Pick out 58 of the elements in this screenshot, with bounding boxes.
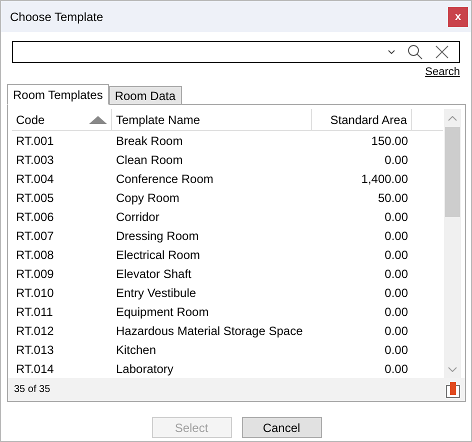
table-cell-text: RT.012 [15,322,55,340]
close-button[interactable]: x [448,6,468,26]
table-cell-text: Copy Room [115,190,180,206]
table-cell-text: 0.00 [384,360,409,378]
table-cell-text: Break Room [115,132,184,150]
table-cell-text: Kitchen [115,342,158,358]
table-cell-text: RT.005 [15,190,55,206]
table-cell-text: RT.007 [15,228,55,244]
table-cell-text: RT.011 [15,304,54,320]
table-cell-text: Equipment Room [115,304,210,320]
table-cell-text: RT.010 [15,284,55,302]
scroll-down-icon[interactable] [448,367,458,372]
table-cell-text: 0.00 [384,246,409,264]
bookmark-icon[interactable] [446,382,460,398]
search-icon[interactable] [407,44,423,60]
table-cell-text: RT.013 [15,342,55,358]
column-header[interactable]: Template Name [112,109,312,130]
table-cell-text: 0.00 [384,152,409,168]
window-title: Choose Template [10,10,104,24]
table-cell-text: Clean Room [115,152,184,168]
table-cell-text: Hazardous Material Storage Space [115,322,304,340]
table-cell-text: RT.001 [15,132,55,150]
search-link[interactable]: Search [425,66,460,83]
column-header[interactable]: Code [12,109,112,130]
table-cell-text: 0.00 [384,228,409,244]
record-count: 35 of 35 [14,384,50,396]
column-header[interactable]: Standard Area [312,109,412,130]
table-cell-text: 0.00 [384,284,409,302]
table-cell-text: 0.00 [384,304,409,320]
tab[interactable]: Room Templates [7,84,109,105]
table-cell-text: 50.00 [376,190,409,206]
scrollbar[interactable] [444,109,461,378]
table-cell-text: 0.00 [384,266,409,282]
table-cell-text: Electrical Room [115,246,202,264]
table-cell-text: 0.00 [384,342,409,358]
dropdown-caret-icon[interactable] [388,50,395,54]
table-cell-text: 150.00 [370,132,409,150]
table-cell-text: Conference Room [115,170,214,188]
table-cell-text: Entry Vestibule [115,284,198,302]
tab[interactable]: Room Data [108,86,182,104]
table-cell-text: RT.009 [15,266,55,282]
cancel-button[interactable]: Cancel [242,417,322,438]
table-cell-text: Laboratory [115,360,174,378]
table-cell-text: Corridor [115,208,160,226]
table-cell-text: RT.008 [15,246,55,264]
table-cell-text: RT.014 [15,360,55,378]
table-cell-text: 0.00 [384,208,409,226]
scroll-thumb[interactable] [445,127,460,217]
table-cell-text: 1,400.00 [360,170,409,188]
search-field[interactable] [12,41,460,63]
table-cell-text: RT.006 [15,208,55,226]
table-cell-text: RT.004 [15,170,55,188]
table-cell-text: Dressing Room [115,228,200,244]
table-cell-text: 0.00 [384,322,409,340]
scroll-up-icon[interactable] [448,116,458,121]
table-cell-text: Elevator Shaft [115,266,192,282]
close-icon[interactable] [435,45,449,59]
table-cell-text: RT.003 [15,152,55,168]
